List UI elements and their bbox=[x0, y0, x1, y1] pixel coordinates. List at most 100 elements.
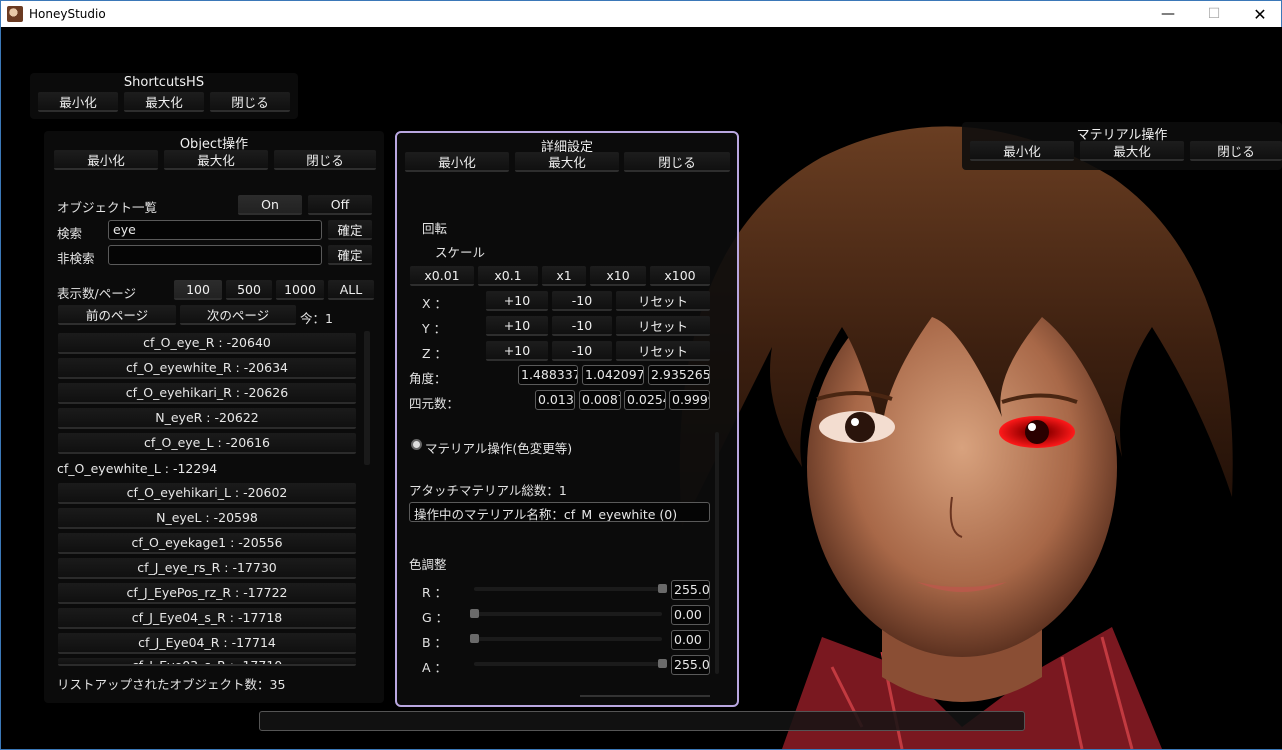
object-list-item[interactable]: N_eyeR : -20622 bbox=[58, 408, 356, 429]
object-minimize-button[interactable]: 最小化 bbox=[54, 150, 158, 170]
listed-count-label: リストアップされたオブジェクト数：35 bbox=[57, 677, 286, 692]
detail-close-button[interactable]: 閉じる bbox=[624, 152, 730, 172]
object-list-on-button[interactable]: On bbox=[238, 195, 302, 215]
search-input[interactable]: eye bbox=[108, 220, 322, 240]
per-page-1000-button[interactable]: 1000 bbox=[276, 280, 324, 300]
color-adjust-label: 色調整 bbox=[409, 557, 447, 572]
object-list-item[interactable]: cf_J_Eye04_R : -17714 bbox=[58, 633, 356, 654]
exclude-input[interactable] bbox=[108, 245, 322, 265]
shortcuts-close-button[interactable]: 閉じる bbox=[210, 92, 290, 112]
axis-y-plus-button[interactable]: +10 bbox=[486, 316, 548, 336]
channel-slider-knob[interactable] bbox=[470, 609, 479, 618]
axis-z-label: Z ： bbox=[422, 346, 448, 361]
object-list-item[interactable]: cf_J_Eye04_s_R : -17718 bbox=[58, 608, 356, 629]
angle-z-field[interactable]: 2.935265 bbox=[648, 365, 710, 385]
channel-label: A ： bbox=[422, 660, 448, 675]
3d-viewport[interactable]: ShortcutsHS 最小化 最大化 閉じる Object操作 最小化 最大化… bbox=[2, 27, 1282, 749]
quaternion-z-field[interactable]: 0.0254 bbox=[624, 390, 666, 410]
object-list-item[interactable]: cf_J_EyePos_rz_R : -17722 bbox=[58, 583, 356, 604]
per-page-100-button[interactable]: 100 bbox=[174, 280, 222, 300]
axis-x-reset-button[interactable]: リセット bbox=[616, 291, 710, 311]
material-radio-button[interactable] bbox=[411, 439, 422, 450]
step-x1-button[interactable]: x1 bbox=[542, 266, 586, 286]
detail-scrollbar[interactable] bbox=[715, 432, 719, 674]
object-list-scrollbar[interactable] bbox=[364, 331, 370, 465]
search-confirm-button[interactable]: 確定 bbox=[328, 220, 372, 240]
axis-x-minus-button[interactable]: -10 bbox=[552, 291, 612, 311]
material-name-field: 操作中のマテリアル名称：cf_M_eyewhite (0) bbox=[409, 502, 710, 522]
scale-label: スケール bbox=[435, 245, 486, 260]
bottom-input-bar[interactable] bbox=[259, 711, 1025, 731]
object-list-item[interactable]: cf_O_eyehikari_L : -20602 bbox=[58, 483, 356, 504]
prev-page-button[interactable]: 前のページ bbox=[58, 305, 176, 325]
object-list-off-button[interactable]: Off bbox=[308, 195, 372, 215]
channel-slider[interactable] bbox=[474, 587, 662, 591]
channel-value-field[interactable]: 0.00 bbox=[671, 605, 710, 625]
channel-value-field[interactable]: 0.00 bbox=[671, 630, 710, 650]
object-list-item[interactable]: cf_O_eye_L : -20616 bbox=[58, 433, 356, 454]
step-x100-button[interactable]: x100 bbox=[650, 266, 710, 286]
object-list-item[interactable]: N_eyeL : -20598 bbox=[58, 508, 356, 529]
object-list-item[interactable]: cf_J_Eye03_s_R : -17710 bbox=[58, 658, 356, 666]
channel-value-field[interactable]: 255.0 bbox=[671, 655, 710, 675]
object-maximize-button[interactable]: 最大化 bbox=[164, 150, 268, 170]
object-list-item[interactable]: cf_J_eye_rs_R : -17730 bbox=[58, 558, 356, 579]
step-x0-1-button[interactable]: x0.1 bbox=[478, 266, 538, 286]
detail-maximize-button[interactable]: 最大化 bbox=[515, 152, 619, 172]
angle-y-field[interactable]: 1.042097 bbox=[582, 365, 644, 385]
per-page-all-button[interactable]: ALL bbox=[328, 280, 374, 300]
axis-z-reset-button[interactable]: リセット bbox=[616, 341, 710, 361]
quaternion-label: 四元数： bbox=[409, 396, 460, 411]
object-list-item[interactable]: cf_O_eyewhite_L : -12294 bbox=[57, 458, 355, 479]
exclude-label: 非検索 bbox=[57, 251, 95, 266]
channel-slider-knob[interactable] bbox=[658, 659, 667, 668]
axis-y-reset-button[interactable]: リセット bbox=[616, 316, 710, 336]
step-x0-01-button[interactable]: x0.01 bbox=[410, 266, 474, 286]
app-window: HoneyStudio — ☐ ✕ ShortcutsHS 最小化 最大化 閉じ… bbox=[0, 0, 1282, 750]
shortcuts-panel: ShortcutsHS 最小化 最大化 閉じる bbox=[30, 73, 298, 119]
shortcuts-panel-title: ShortcutsHS bbox=[123, 75, 205, 90]
detail-divider bbox=[580, 695, 710, 697]
axis-z-minus-button[interactable]: -10 bbox=[552, 341, 612, 361]
title-bar[interactable]: HoneyStudio — ☐ ✕ bbox=[1, 1, 1281, 27]
rotation-label: 回転 bbox=[422, 221, 448, 236]
channel-slider-knob[interactable] bbox=[470, 634, 479, 643]
object-list-item[interactable]: cf_O_eyewhite_R : -20634 bbox=[58, 358, 356, 379]
channel-slider[interactable] bbox=[474, 637, 662, 641]
channel-value-field[interactable]: 255.0 bbox=[671, 580, 710, 600]
per-page-500-button[interactable]: 500 bbox=[226, 280, 272, 300]
axis-z-plus-button[interactable]: +10 bbox=[486, 341, 548, 361]
object-list-item[interactable]: cf_O_eyehikari_R : -20626 bbox=[58, 383, 356, 404]
material-maximize-button[interactable]: 最大化 bbox=[1080, 141, 1184, 161]
axis-x-label: X ： bbox=[422, 296, 448, 311]
angle-x-field[interactable]: 1.488337 bbox=[518, 365, 578, 385]
quaternion-x-field[interactable]: 0.0132 bbox=[535, 390, 575, 410]
channel-label: G ： bbox=[422, 610, 449, 625]
maximize-window-button[interactable]: ☐ bbox=[1191, 1, 1237, 27]
channel-label: R ： bbox=[422, 585, 448, 600]
object-list-item[interactable]: cf_O_eyekage1 : -20556 bbox=[58, 533, 356, 554]
axis-x-plus-button[interactable]: +10 bbox=[486, 291, 548, 311]
material-close-button[interactable]: 閉じる bbox=[1190, 141, 1282, 161]
app-icon bbox=[7, 6, 23, 22]
object-close-button[interactable]: 閉じる bbox=[274, 150, 376, 170]
minimize-window-button[interactable]: — bbox=[1145, 1, 1191, 27]
channel-slider[interactable] bbox=[474, 612, 662, 616]
axis-y-minus-button[interactable]: -10 bbox=[552, 316, 612, 336]
next-page-button[interactable]: 次のページ bbox=[180, 305, 296, 325]
detail-minimize-button[interactable]: 最小化 bbox=[405, 152, 509, 172]
per-page-label: 表示数/ページ bbox=[57, 286, 136, 301]
step-x10-button[interactable]: x10 bbox=[590, 266, 646, 286]
axis-y-label: Y ： bbox=[422, 321, 447, 336]
object-list-item[interactable]: cf_O_eye_R : -20640 bbox=[58, 333, 356, 354]
quaternion-y-field[interactable]: 0.0087 bbox=[579, 390, 621, 410]
exclude-confirm-button[interactable]: 確定 bbox=[328, 245, 372, 265]
channel-slider-knob[interactable] bbox=[658, 584, 667, 593]
current-page-label: 今：1 bbox=[300, 311, 333, 326]
channel-slider[interactable] bbox=[474, 662, 662, 666]
material-minimize-button[interactable]: 最小化 bbox=[970, 141, 1074, 161]
close-window-button[interactable]: ✕ bbox=[1237, 1, 1282, 27]
shortcuts-maximize-button[interactable]: 最大化 bbox=[124, 92, 204, 112]
shortcuts-minimize-button[interactable]: 最小化 bbox=[38, 92, 118, 112]
quaternion-w-field[interactable]: 0.9999 bbox=[669, 390, 710, 410]
